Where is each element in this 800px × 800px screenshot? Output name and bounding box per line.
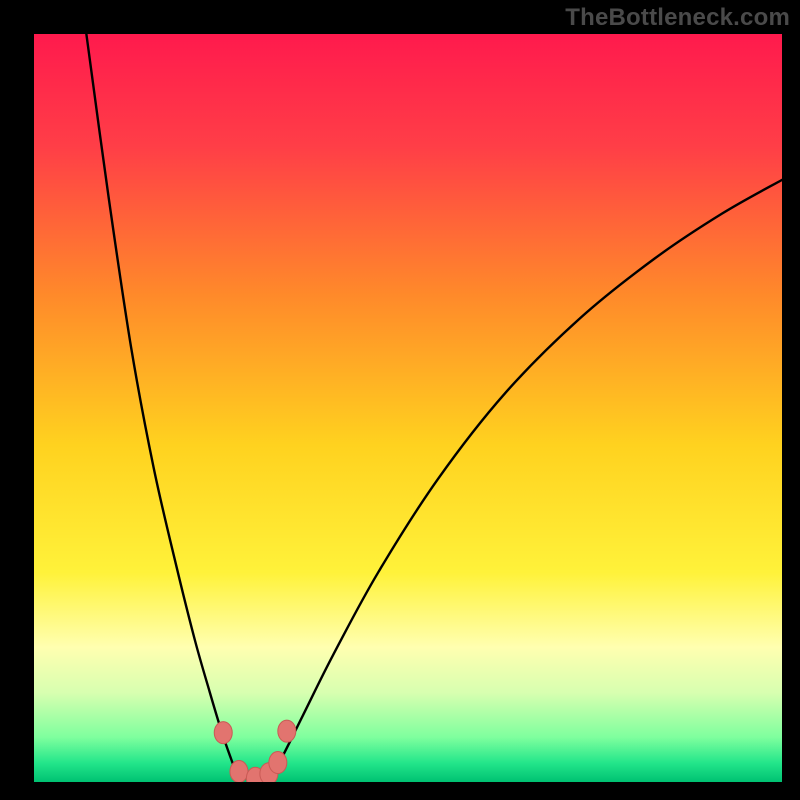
plot-area <box>34 34 782 782</box>
data-marker <box>230 761 248 782</box>
curve-path <box>86 34 782 779</box>
data-marker <box>278 720 296 742</box>
watermark-text: TheBottleneck.com <box>565 4 790 32</box>
data-marker <box>214 722 232 744</box>
chart-frame: TheBottleneck.com <box>0 0 800 800</box>
bottleneck-curve <box>34 34 782 782</box>
data-marker <box>269 752 287 774</box>
